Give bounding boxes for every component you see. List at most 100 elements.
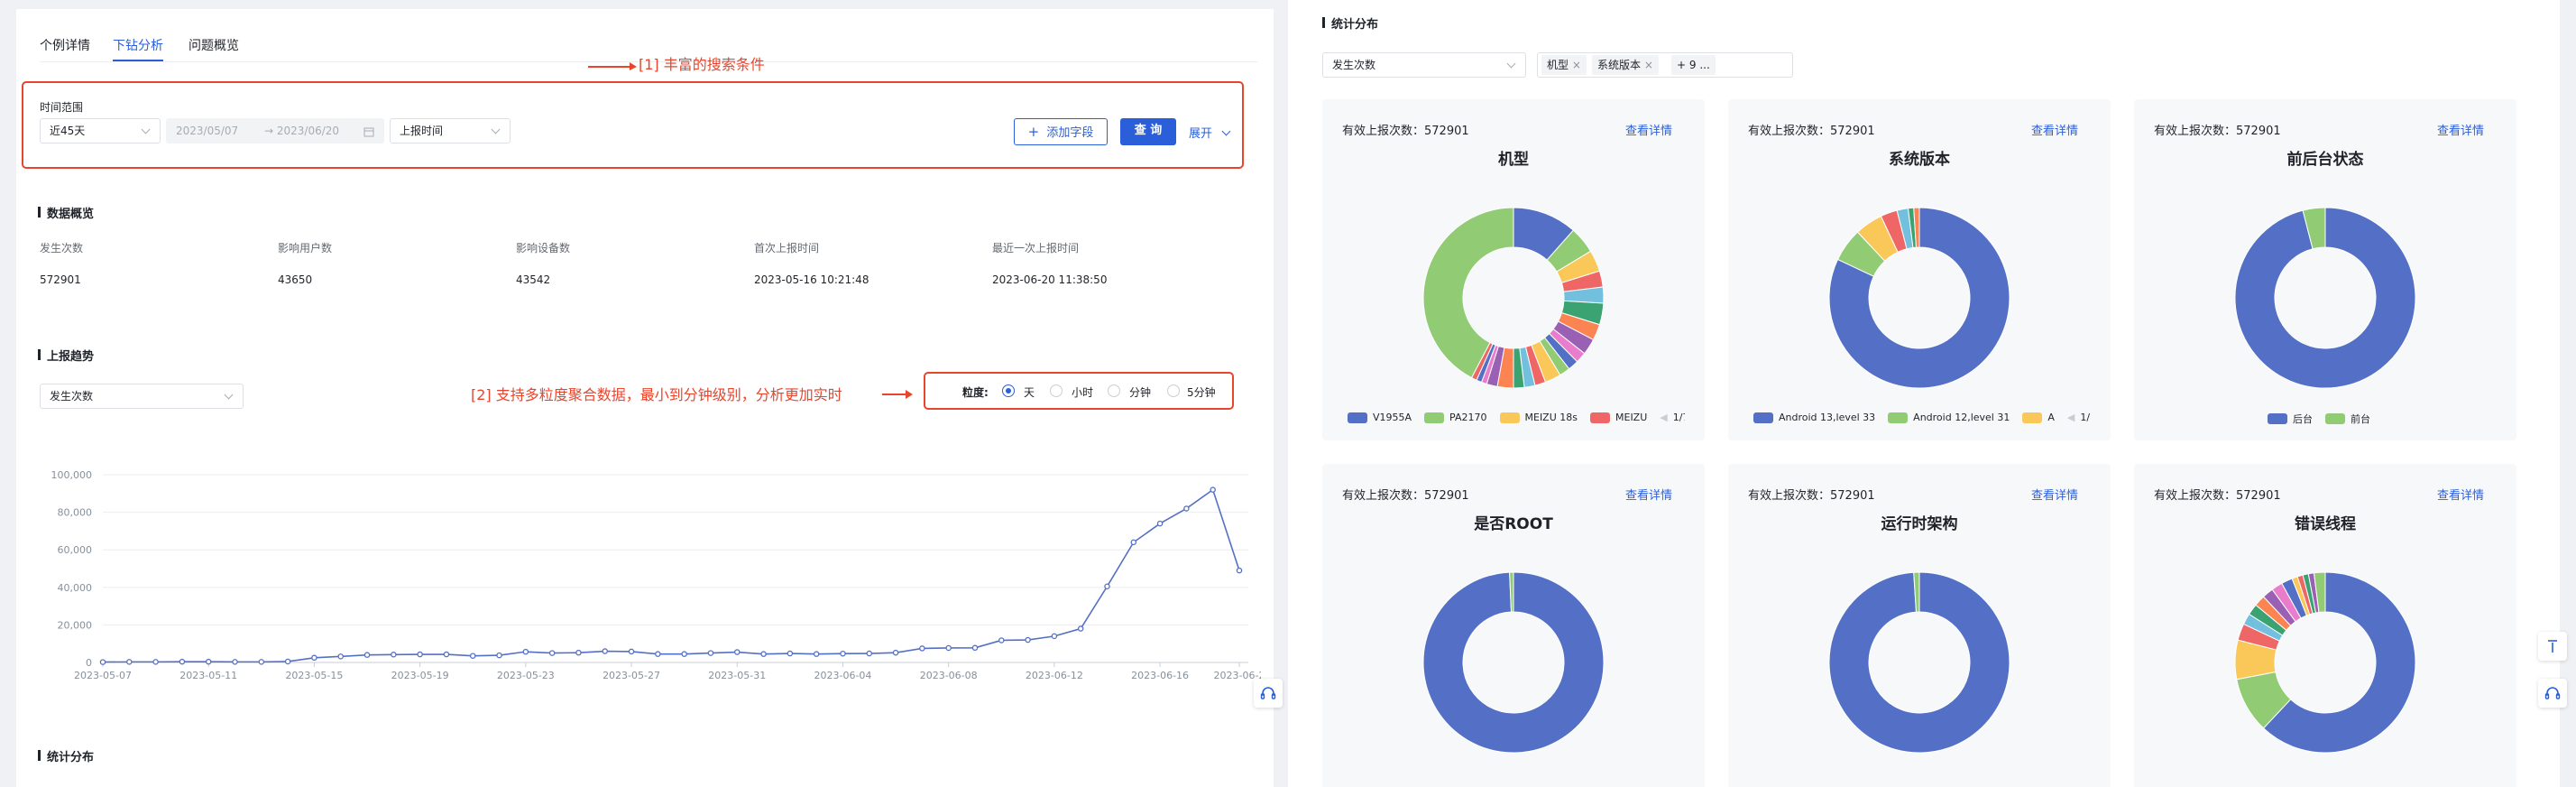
granularity-radio-minute[interactable] (1108, 384, 1120, 397)
data-point[interactable] (99, 659, 106, 665)
legend-item[interactable]: 前台 (2325, 412, 2370, 426)
data-point[interactable] (126, 659, 133, 665)
annotation-search: [1] 丰富的搜索条件 (639, 56, 765, 73)
time-type-value: 上报时间 (400, 125, 444, 137)
view-details-link[interactable]: 查看详情 (1625, 486, 1672, 503)
data-point[interactable] (655, 651, 661, 657)
data-point[interactable] (363, 652, 371, 658)
time-type-select[interactable]: 上报时间 (390, 118, 511, 144)
data-point[interactable] (232, 659, 238, 665)
data-point[interactable] (707, 650, 714, 656)
data-point[interactable] (1183, 505, 1190, 512)
data-point[interactable] (998, 637, 1005, 643)
view-details-link[interactable]: 查看详情 (1625, 121, 1672, 138)
card-title: 前后台状态 (2286, 151, 2364, 169)
dimension-tag-select[interactable]: 机型 × 系统版本 × + 9 ... (1537, 52, 1793, 78)
close-icon[interactable]: × (1644, 59, 1653, 71)
granularity-radio-hour[interactable] (1050, 384, 1063, 397)
close-icon[interactable]: × (1572, 59, 1581, 71)
support-float-button[interactable] (1254, 679, 1283, 708)
data-point[interactable] (469, 653, 476, 659)
data-point[interactable] (628, 648, 635, 655)
add-field-button[interactable]: + 添加字段 (1014, 118, 1108, 145)
more-tags[interactable]: + 9 ... (1671, 55, 1716, 75)
data-point[interactable] (1236, 567, 1243, 574)
data-point[interactable] (892, 649, 899, 656)
start-date: 2023/05/07 (176, 125, 239, 137)
data-point[interactable] (1051, 633, 1058, 640)
annotation-granularity: [2] 支持多粒度聚合数据，最小到分钟级别，分析更加实时 (471, 386, 842, 403)
legend-label: A (2047, 412, 2055, 423)
time-range-value: 近45天 (50, 125, 86, 137)
time-range-select[interactable]: 近45天 (40, 118, 161, 144)
data-point[interactable] (1130, 539, 1137, 546)
tab-case-detail[interactable]: 个例详情 (40, 36, 90, 54)
granularity-radio-5min[interactable] (1167, 384, 1180, 397)
legend-prev-icon[interactable]: ◀ (2067, 412, 2075, 423)
data-point[interactable] (179, 658, 186, 665)
distribution-card: 有效上报次数：572901 查看详情 机型 V1955A PA2170 MEIZU 18s… (1322, 99, 1705, 440)
data-point[interactable] (1077, 625, 1084, 632)
legend-item[interactable]: MEIZU 18s (1499, 412, 1578, 423)
expand-toggle[interactable]: 展开 (1189, 124, 1231, 141)
data-point[interactable] (1025, 636, 1031, 643)
data-point[interactable] (205, 658, 212, 665)
data-point[interactable] (443, 651, 450, 658)
legend-item[interactable]: Android 13,level 33 (1753, 412, 1875, 423)
back-to-top-button[interactable] (2538, 632, 2567, 661)
legend-item[interactable]: V1955A (1348, 412, 1412, 423)
data-point[interactable] (787, 650, 794, 657)
granularity-radio-day[interactable] (1002, 384, 1015, 397)
legend-swatch (2325, 413, 2345, 424)
legend-item[interactable]: PA2170 (1424, 412, 1487, 423)
data-point[interactable] (1104, 583, 1110, 590)
data-point[interactable] (258, 659, 265, 665)
x-tick-label: 2023-05-15 (285, 670, 343, 681)
data-point[interactable] (760, 651, 767, 657)
data-point[interactable] (496, 652, 502, 659)
trend-title: 上报趋势 (38, 347, 94, 364)
data-point[interactable] (337, 653, 344, 660)
legend-item[interactable]: 后台 (2268, 412, 2313, 426)
support-float-button[interactable] (2538, 679, 2567, 708)
data-point[interactable] (311, 654, 317, 662)
distribution-metric-select[interactable]: 发生次数 (1322, 52, 1526, 78)
data-point[interactable] (575, 649, 582, 656)
data-point[interactable] (945, 644, 952, 652)
dimension-tag[interactable]: 机型 × (1541, 55, 1587, 75)
legend-prev-icon[interactable]: ◀ (1660, 412, 1667, 423)
data-point[interactable] (602, 648, 608, 654)
data-point[interactable] (391, 652, 397, 658)
data-point[interactable] (152, 659, 159, 665)
dimension-tag[interactable]: 系统版本 × (1592, 55, 1659, 75)
tab-drilldown[interactable]: 下钻分析 (113, 36, 163, 54)
data-point[interactable] (840, 650, 846, 657)
data-point[interactable] (813, 651, 820, 657)
x-tick-label: 2023-05-27 (603, 670, 660, 681)
data-point[interactable] (681, 651, 687, 657)
overview-header: 影响用户数 (278, 242, 333, 255)
data-point[interactable] (866, 650, 873, 657)
data-point[interactable] (1210, 486, 1216, 493)
legend-swatch (1590, 412, 1610, 423)
data-point[interactable] (522, 648, 529, 655)
data-point[interactable] (1156, 520, 1164, 527)
legend-item[interactable]: A (2022, 412, 2055, 423)
data-point[interactable] (417, 651, 423, 658)
tab-issue-overview[interactable]: 问题概览 (189, 36, 239, 54)
data-point[interactable] (734, 649, 741, 655)
trend-metric-select[interactable]: 发生次数 (40, 384, 244, 409)
view-details-link[interactable]: 查看详情 (2437, 121, 2484, 138)
view-details-link[interactable]: 查看详情 (2031, 121, 2078, 138)
view-details-link[interactable]: 查看详情 (2437, 486, 2484, 503)
data-point[interactable] (971, 644, 979, 652)
data-point[interactable] (919, 645, 925, 652)
data-point[interactable] (284, 658, 291, 665)
view-details-link[interactable]: 查看详情 (2031, 486, 2078, 503)
legend-item[interactable]: Android 12,level 31 (1888, 412, 2010, 423)
overview-value: 43650 (278, 273, 313, 286)
legend-item[interactable]: MEIZU (1590, 412, 1647, 423)
data-point[interactable] (548, 650, 556, 656)
query-button[interactable]: 查 询 (1120, 118, 1176, 145)
date-range-picker[interactable]: 2023/05/07 → 2023/06/20 (166, 118, 384, 144)
